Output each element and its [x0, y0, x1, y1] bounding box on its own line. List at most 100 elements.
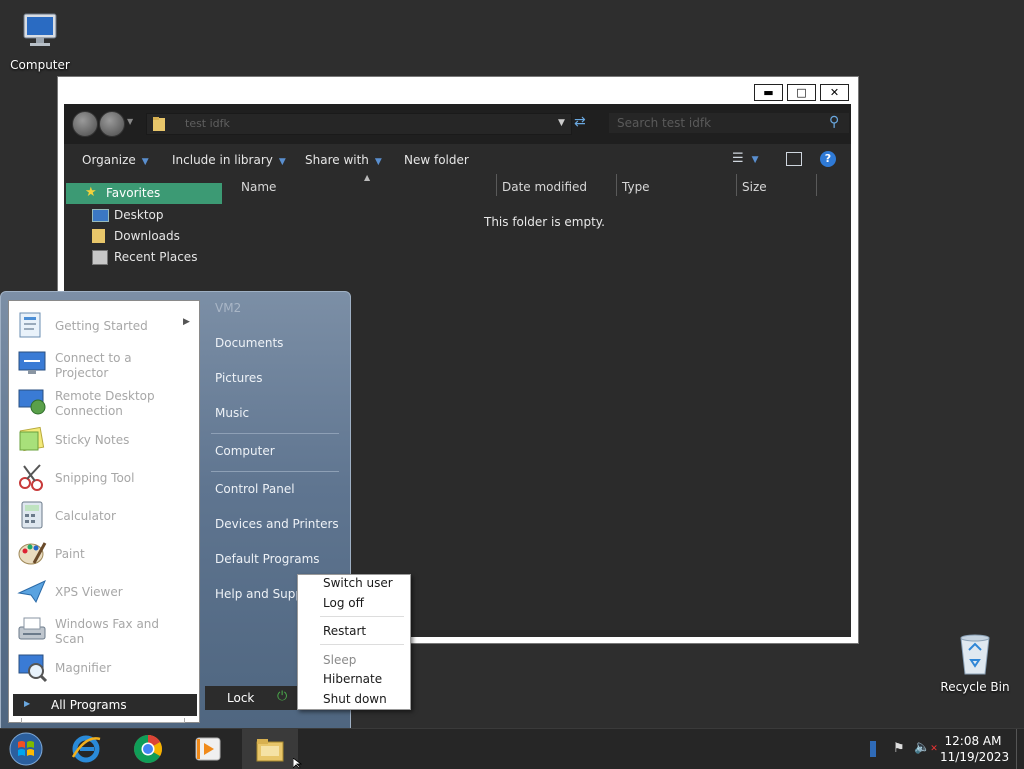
- menu-divider: [320, 616, 404, 617]
- paint-icon: [18, 542, 47, 565]
- address-bar[interactable]: test idfk ▼: [146, 113, 572, 135]
- internet-explorer-icon[interactable]: [70, 733, 102, 765]
- new-folder-button[interactable]: New folder: [404, 153, 469, 167]
- recent-pages-chevron-icon[interactable]: ▼: [127, 117, 133, 126]
- favorites-item[interactable]: ★ Favorites: [66, 183, 222, 204]
- command-bar: Organize ▼ Include in library ▼ Share with…: [64, 144, 851, 174]
- program-item-magnifier[interactable]: Magnifier: [13, 649, 195, 685]
- network-indicator-icon[interactable]: [870, 741, 876, 757]
- menu-item-restart[interactable]: Restart: [323, 624, 366, 638]
- computer-icon: [23, 13, 57, 46]
- program-label: Getting Started: [55, 319, 148, 333]
- program-label: Connect to a Projector: [55, 351, 132, 380]
- desktop-icon-computer[interactable]: Computer: [0, 8, 80, 72]
- minimize-button[interactable]: ▬: [754, 84, 783, 101]
- menu-item-shut-down[interactable]: Shut down: [323, 692, 387, 706]
- favorites-label: Favorites: [106, 186, 161, 200]
- arrow-right-icon: ▶: [24, 699, 31, 708]
- program-item-fax-scan[interactable]: Windows Fax and Scan: [13, 611, 195, 647]
- refresh-icon[interactable]: ⇄: [574, 114, 586, 130]
- computer-link[interactable]: Computer: [215, 444, 275, 458]
- user-folder-link[interactable]: VM2: [215, 301, 241, 315]
- menu-item-hibernate[interactable]: Hibernate: [323, 672, 382, 686]
- folder-icon: [153, 117, 165, 131]
- remote-desktop-icon: [18, 389, 46, 415]
- column-divider[interactable]: [816, 174, 817, 196]
- star-icon: ★: [85, 185, 97, 200]
- organize-button[interactable]: Organize ▼: [82, 153, 149, 167]
- search-input[interactable]: Search test idfk ⚲: [609, 113, 849, 133]
- program-item-xps-viewer[interactable]: XPS Viewer: [13, 573, 195, 609]
- column-divider[interactable]: [496, 174, 497, 196]
- program-label: Magnifier: [55, 661, 112, 675]
- submenu-arrow-icon: ▶: [183, 317, 190, 327]
- chrome-icon[interactable]: [132, 733, 164, 765]
- default-programs-link[interactable]: Default Programs: [215, 552, 320, 566]
- music-link[interactable]: Music: [215, 406, 249, 420]
- devices-printers-link[interactable]: Devices and Printers: [215, 517, 339, 531]
- search-icon[interactable]: ⚲: [829, 114, 839, 130]
- desktop-icon: [92, 209, 109, 222]
- back-button[interactable]: [72, 111, 98, 137]
- control-panel-link[interactable]: Control Panel: [215, 482, 295, 496]
- chevron-down-icon: ▼: [141, 157, 149, 167]
- menu-item-log-off[interactable]: Log off: [323, 596, 364, 610]
- program-label: Paint: [55, 547, 85, 561]
- program-item-connect-projector[interactable]: Connect to a Projector: [13, 345, 195, 381]
- fax-scan-icon: [18, 617, 46, 640]
- menu-divider: [211, 433, 339, 434]
- start-orb-icon[interactable]: [8, 731, 44, 767]
- column-divider[interactable]: [616, 174, 617, 196]
- navpane-label: Downloads: [114, 229, 180, 243]
- all-programs-button[interactable]: ▶ All Programs: [13, 694, 197, 716]
- taskbar-active-app[interactable]: [242, 729, 298, 769]
- help-icon[interactable]: ?: [820, 151, 836, 167]
- close-button[interactable]: ✕: [820, 84, 849, 101]
- address-dropdown-icon[interactable]: ▼: [558, 118, 565, 128]
- projector-icon: [18, 351, 46, 374]
- column-header-name[interactable]: Name: [241, 180, 276, 194]
- menu-divider: [320, 644, 404, 645]
- navpane-label: Desktop: [114, 208, 164, 222]
- include-in-library-label: Include in library: [172, 153, 273, 167]
- show-desktop-button[interactable]: [1016, 729, 1024, 769]
- forward-button[interactable]: [99, 111, 125, 137]
- clock-time: 12:08 AM: [944, 734, 1002, 748]
- preview-pane-icon[interactable]: [786, 152, 802, 166]
- share-with-label: Share with: [305, 153, 369, 167]
- recycle-bin-icon: [960, 634, 990, 675]
- program-item-remote-desktop[interactable]: Remote Desktop Connection: [13, 383, 195, 419]
- menu-item-switch-user[interactable]: Switch user: [323, 576, 393, 590]
- program-item-getting-started[interactable]: Getting Started ▶: [13, 307, 195, 343]
- action-center-icon[interactable]: ⚑: [893, 741, 905, 756]
- column-header-date-modified[interactable]: Date modified: [502, 180, 587, 194]
- empty-folder-message: This folder is empty.: [484, 215, 605, 229]
- column-header-type[interactable]: Type: [622, 180, 650, 194]
- program-label: Remote Desktop Connection: [55, 389, 155, 418]
- clock-date: 11/19/2023: [940, 750, 1010, 764]
- program-item-snipping-tool[interactable]: Snipping Tool: [13, 459, 195, 495]
- column-divider[interactable]: [736, 174, 737, 196]
- navigation-bar: ▼ test idfk ▼ ⇄ Search test idfk ⚲: [64, 104, 851, 144]
- media-player-icon[interactable]: [192, 733, 224, 765]
- program-label: Calculator: [55, 509, 116, 523]
- desktop-icon-recycle-bin[interactable]: Recycle Bin: [935, 630, 1015, 694]
- program-item-paint[interactable]: Paint: [13, 535, 195, 571]
- program-label: XPS Viewer: [55, 585, 123, 599]
- share-with-button[interactable]: Share with ▼: [305, 153, 382, 167]
- program-item-calculator[interactable]: Calculator: [13, 497, 195, 533]
- pictures-link[interactable]: Pictures: [215, 371, 263, 385]
- clock[interactable]: 12:08 AM 11/19/2023: [940, 733, 1010, 765]
- column-header-size[interactable]: Size: [742, 180, 767, 194]
- maximize-button[interactable]: □: [787, 84, 816, 101]
- include-in-library-button[interactable]: Include in library ▼: [172, 153, 286, 167]
- menu-divider: [211, 471, 339, 472]
- lock-button[interactable]: Lock ⏻: [205, 686, 301, 710]
- search-placeholder: Search test idfk: [617, 116, 712, 130]
- program-item-sticky-notes[interactable]: Sticky Notes: [13, 421, 195, 457]
- view-options-icon[interactable]: ☰ ▼: [732, 151, 759, 166]
- documents-link[interactable]: Documents: [215, 336, 283, 350]
- power-options-icon[interactable]: ⏻: [277, 689, 287, 704]
- volume-muted-icon[interactable]: 🔈✕: [914, 740, 938, 755]
- menu-item-sleep[interactable]: Sleep: [323, 653, 356, 667]
